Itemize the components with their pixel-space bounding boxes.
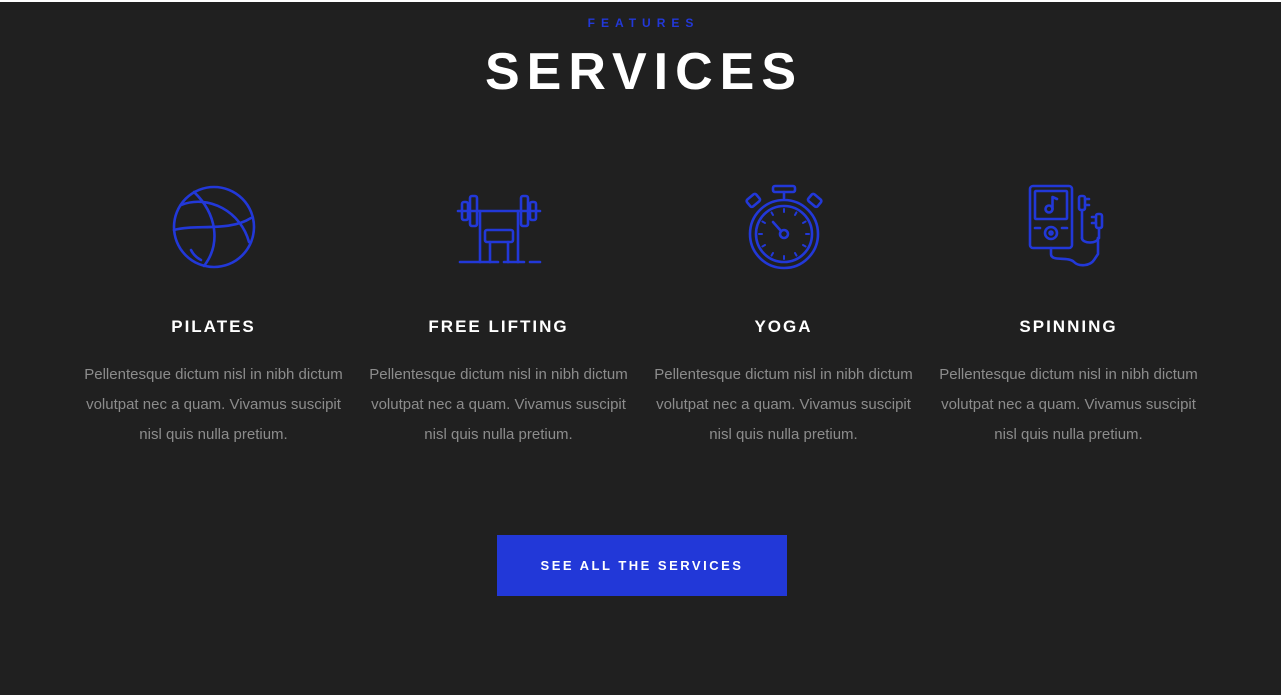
see-all-services-button[interactable]: SEE ALL THE SERVICES	[497, 535, 787, 596]
service-name: SPINNING	[1019, 317, 1118, 336]
stopwatch-icon	[641, 182, 926, 272]
service-description: Pellentesque dictum nisl in nibh dictum …	[654, 366, 913, 443]
service-description: Pellentesque dictum nisl in nibh dictum …	[939, 366, 1198, 443]
basketball-icon	[71, 182, 356, 272]
service-card-pilates: PILATES Pellentesque dictum nisl in nibh…	[71, 2, 356, 462]
service-card-spinning: SPINNING Pellentesque dictum nisl in nib…	[926, 2, 1211, 462]
service-description: Pellentesque dictum nisl in nibh dictum …	[84, 366, 343, 443]
service-name: YOGA	[754, 317, 813, 336]
music-player-icon	[926, 182, 1211, 272]
service-card-yoga: YOGA Pellentesque dictum nisl in nibh di…	[641, 2, 926, 462]
service-name: PILATES	[171, 317, 256, 336]
service-description: Pellentesque dictum nisl in nibh dictum …	[369, 366, 628, 443]
weight-bench-icon	[356, 182, 641, 272]
services-section: FEATURES SERVICES PILATES Pellentesque d…	[0, 2, 1281, 695]
service-name: FREE LIFTING	[428, 317, 569, 336]
service-card-free-lifting: FREE LIFTING Pellentesque dictum nisl in…	[356, 2, 641, 462]
